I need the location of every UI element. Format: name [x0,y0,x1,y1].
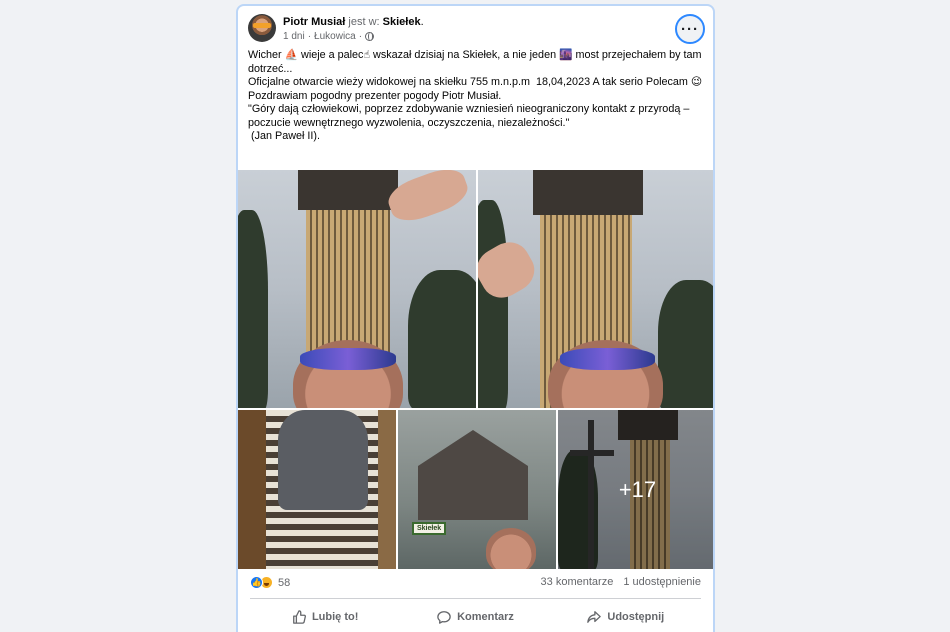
like-reaction-icon: 👍 [250,576,263,589]
post-text-line: Pozdrawiam pogodny prezenter pogody Piot… [248,89,502,102]
post-header: Piotr Musiał jest w: Skiełek. 1 dni · Łu… [248,14,705,48]
photo-5-more[interactable]: +17 [558,410,713,569]
share-button[interactable]: Udostępnij [551,602,701,632]
comment-button[interactable]: Komentarz [400,602,550,632]
like-button[interactable]: Lubię to! [250,602,400,632]
post-time[interactable]: 1 dni [283,31,305,42]
author-avatar[interactable] [248,14,276,42]
post-text-line: Oficjalne otwarcie wieży widokowej na sk… [248,76,703,88]
engagement-counts: 33 komentarze 1 udostępnienie [541,576,701,588]
location-prefix: jest w: [348,16,380,28]
post-text-line: (Jan Paweł II). [248,130,321,142]
more-options-button[interactable]: ··· [675,14,705,44]
author-name[interactable]: Piotr Musiał [283,16,345,28]
post-stats: 👍 58 33 komentarze 1 udostępnienie [250,576,701,592]
comment-label: Komentarz [457,611,514,623]
share-icon [587,611,602,623]
more-photos-overlay: +17 [558,410,713,569]
post-text: Wicher ⛵ wieje a palec☝ wskazał dzisiaj … [248,49,706,144]
post-meta: 1 dni · Łukowica · [283,31,375,42]
post-text-line: "Góry dają człowiekowi, poprzez zdobywan… [248,103,693,129]
share-label: Udostępnij [607,611,665,623]
post-text-line: Wicher ⛵ wieje a palec☝ wskazał dzisiaj … [248,49,705,75]
post-place[interactable]: Łukowica [314,31,356,42]
photo-grid: Skiełek +17 [238,170,713,569]
comment-icon [437,611,451,624]
photo-2[interactable] [478,170,713,408]
photo-1[interactable] [238,170,476,408]
more-photos-count: +17 [618,476,657,502]
author-line: Piotr Musiał jest w: Skiełek. [283,15,424,29]
globe-icon [365,32,375,41]
photo-4[interactable]: Skiełek [398,410,556,569]
like-label: Lubię to! [311,611,359,623]
divider [250,598,701,599]
post-card: Piotr Musiał jest w: Skiełek. 1 dni · Łu… [236,4,715,632]
shares-count[interactable]: 1 udostępnienie [623,576,701,588]
reactions[interactable]: 👍 58 [250,576,290,589]
photo-3[interactable] [238,410,396,569]
location-sign: Skiełek [412,522,447,535]
thumbs-up-icon [293,610,306,624]
location-suffix: . [420,16,424,28]
reactions-count: 58 [278,576,291,589]
more-options-label: ··· [681,20,699,38]
comments-count[interactable]: 33 komentarze [541,576,614,588]
post-actions: Lubię to! Komentarz Udostępnij [250,602,701,632]
location-link[interactable]: Skiełek [383,16,421,28]
